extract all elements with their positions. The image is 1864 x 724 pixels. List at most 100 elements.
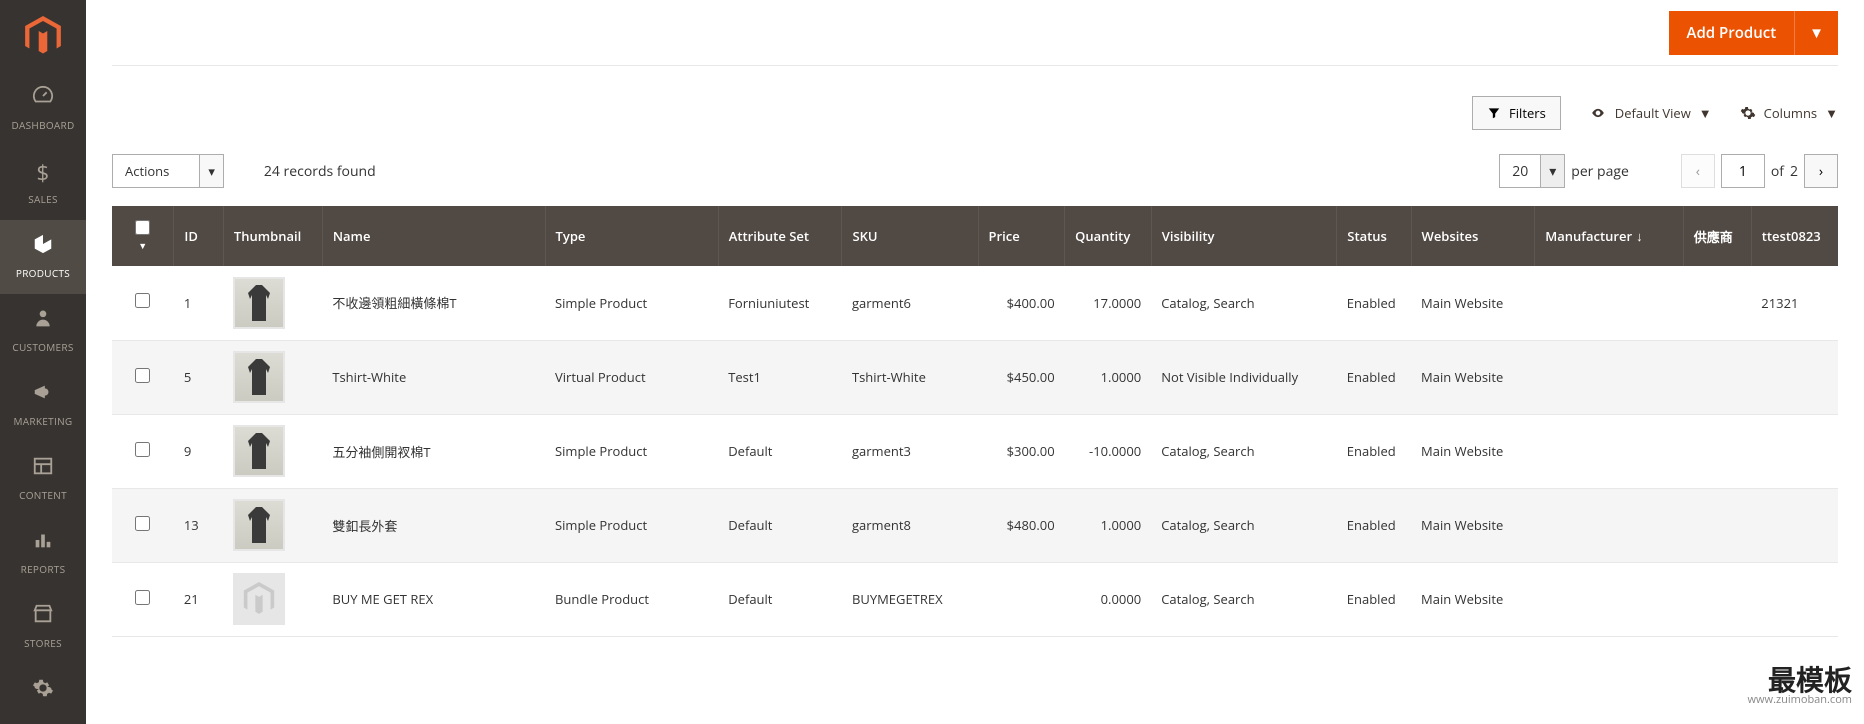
filters-label: Filters xyxy=(1509,104,1546,122)
grid-toolbar-bottom: Actions ▾ 24 records found 20 ▾ per page… xyxy=(112,144,1838,206)
filters-button[interactable]: Filters xyxy=(1472,96,1561,130)
col-thumbnail[interactable]: Thumbnail xyxy=(223,206,322,266)
sidebar-item-reports[interactable]: REPORTS xyxy=(0,516,86,590)
sidebar-item-content[interactable]: CONTENT xyxy=(0,442,86,516)
sidebar-item-products[interactable]: PRODUCTS xyxy=(0,220,86,294)
records-found: 24 records found xyxy=(264,162,376,181)
table-body: 1不收邊領粗細橫條棉TSimple ProductForniuniutestga… xyxy=(112,266,1838,636)
sidebar-item-stores[interactable]: STORES xyxy=(0,590,86,664)
col-name[interactable]: Name xyxy=(322,206,545,266)
sidebar-item-label: PRODUCTS xyxy=(16,266,70,280)
storefront-icon xyxy=(32,602,54,632)
chevron-down-icon: ▾ xyxy=(1540,155,1564,187)
mass-actions-select[interactable]: Actions ▾ xyxy=(112,154,224,188)
sidebar-item-label: STORES xyxy=(24,636,62,650)
cell-thumbnail xyxy=(223,414,322,488)
cell-sku: BUYMEGETREX xyxy=(842,562,978,636)
table-row[interactable]: 13雙釦長外套Simple ProductDefaultgarment8$480… xyxy=(112,488,1838,562)
funnel-icon xyxy=(1487,106,1501,120)
add-product-dropdown[interactable]: ▼ xyxy=(1794,11,1838,55)
table-row[interactable]: 9五分袖側開衩棉TSimple ProductDefaultgarment3$3… xyxy=(112,414,1838,488)
watermark-main: 最模板 xyxy=(1748,666,1853,694)
of-label: of xyxy=(1771,162,1784,181)
row-checkbox[interactable] xyxy=(135,442,150,457)
row-checkbox[interactable] xyxy=(135,590,150,605)
col-supplier[interactable]: 供應商 xyxy=(1683,206,1751,266)
grid-toolbar-top: Filters Default View ▼ Columns ▼ xyxy=(112,66,1838,144)
cell-name: Tshirt-White xyxy=(322,340,545,414)
cell-status: Enabled xyxy=(1337,414,1411,488)
cell-websites: Main Website xyxy=(1411,266,1535,340)
col-websites[interactable]: Websites xyxy=(1411,206,1535,266)
cell-status: Enabled xyxy=(1337,488,1411,562)
cell-manufacturer xyxy=(1535,562,1683,636)
sidebar-item-label: DASHBOARD xyxy=(11,118,74,132)
col-manufacturer[interactable]: Manufacturer↓ xyxy=(1535,206,1683,266)
sidebar-item-label: MARKETING xyxy=(14,414,73,428)
add-product-label: Add Product xyxy=(1669,11,1795,55)
admin-sidebar: DASHBOARD $ SALES PRODUCTS CUSTOMERS MARK… xyxy=(0,0,86,724)
dollar-icon: $ xyxy=(37,158,50,188)
col-ttest0823[interactable]: ttest0823 xyxy=(1751,206,1838,266)
cell-type: Bundle Product xyxy=(545,562,718,636)
watermark-sub: www.zuimoban.com xyxy=(1748,694,1853,705)
cell-id: 21 xyxy=(174,562,223,636)
sidebar-item-customers[interactable]: CUSTOMERS xyxy=(0,294,86,368)
megaphone-icon xyxy=(32,380,54,410)
col-quantity[interactable]: Quantity xyxy=(1065,206,1152,266)
sidebar-item-label: SALES xyxy=(28,192,58,206)
cell-id: 1 xyxy=(174,266,223,340)
cell-status: Enabled xyxy=(1337,266,1411,340)
cell-status: Enabled xyxy=(1337,562,1411,636)
cell-price: $450.00 xyxy=(978,340,1065,414)
per-page-label: per page xyxy=(1571,162,1629,181)
col-attribute-set[interactable]: Attribute Set xyxy=(718,206,842,266)
cell-price: $400.00 xyxy=(978,266,1065,340)
per-page-select[interactable]: 20 ▾ xyxy=(1499,154,1565,188)
sidebar-item-label: CUSTOMERS xyxy=(12,340,73,354)
cell-qty: 0.0000 xyxy=(1065,562,1152,636)
sidebar-item-system[interactable] xyxy=(0,664,86,724)
col-checkbox[interactable]: ▼ xyxy=(112,206,174,266)
col-type[interactable]: Type xyxy=(545,206,718,266)
col-sku[interactable]: SKU xyxy=(842,206,978,266)
row-checkbox[interactable] xyxy=(135,516,150,531)
prev-page-button[interactable]: ‹ xyxy=(1681,154,1715,188)
chevron-down-icon[interactable]: ▼ xyxy=(138,239,147,252)
default-view-toggle[interactable]: Default View ▼ xyxy=(1589,104,1712,122)
cell-thumbnail xyxy=(223,266,322,340)
cell-supplier xyxy=(1683,562,1751,636)
gauge-icon xyxy=(32,84,54,114)
cell-attrset: Forniuniutest xyxy=(718,266,842,340)
cell-name: 不收邊領粗細橫條棉T xyxy=(322,266,545,340)
cell-status: Enabled xyxy=(1337,340,1411,414)
table-row[interactable]: 5Tshirt-WhiteVirtual ProductTest1Tshirt-… xyxy=(112,340,1838,414)
row-checkbox[interactable] xyxy=(135,368,150,383)
table-row[interactable]: 1不收邊領粗細橫條棉TSimple ProductForniuniutestga… xyxy=(112,266,1838,340)
select-all-checkbox[interactable] xyxy=(135,220,150,235)
magento-logo[interactable] xyxy=(0,0,86,72)
columns-toggle[interactable]: Columns ▼ xyxy=(1740,104,1838,122)
cell-manufacturer xyxy=(1535,488,1683,562)
next-page-button[interactable]: › xyxy=(1804,154,1838,188)
add-product-button[interactable]: Add Product ▼ xyxy=(1669,11,1838,55)
col-status[interactable]: Status xyxy=(1337,206,1411,266)
gear-icon xyxy=(32,676,54,706)
cell-supplier xyxy=(1683,488,1751,562)
thumbnail-image xyxy=(233,425,285,477)
main-content: Add Product ▼ Filters Default View ▼ Col… xyxy=(86,0,1864,724)
layout-icon xyxy=(32,454,54,484)
col-price[interactable]: Price xyxy=(978,206,1065,266)
col-id[interactable]: ID xyxy=(174,206,223,266)
cell-id: 5 xyxy=(174,340,223,414)
chevron-down-icon: ▾ xyxy=(199,155,223,187)
sidebar-item-marketing[interactable]: MARKETING xyxy=(0,368,86,442)
table-row[interactable]: 21BUY ME GET REXBundle ProductDefaultBUY… xyxy=(112,562,1838,636)
sidebar-item-sales[interactable]: $ SALES xyxy=(0,146,86,220)
sidebar-item-dashboard[interactable]: DASHBOARD xyxy=(0,72,86,146)
cell-attrset: Default xyxy=(718,488,842,562)
cell-id: 9 xyxy=(174,414,223,488)
row-checkbox[interactable] xyxy=(135,293,150,308)
col-visibility[interactable]: Visibility xyxy=(1151,206,1337,266)
page-input[interactable] xyxy=(1721,154,1765,188)
